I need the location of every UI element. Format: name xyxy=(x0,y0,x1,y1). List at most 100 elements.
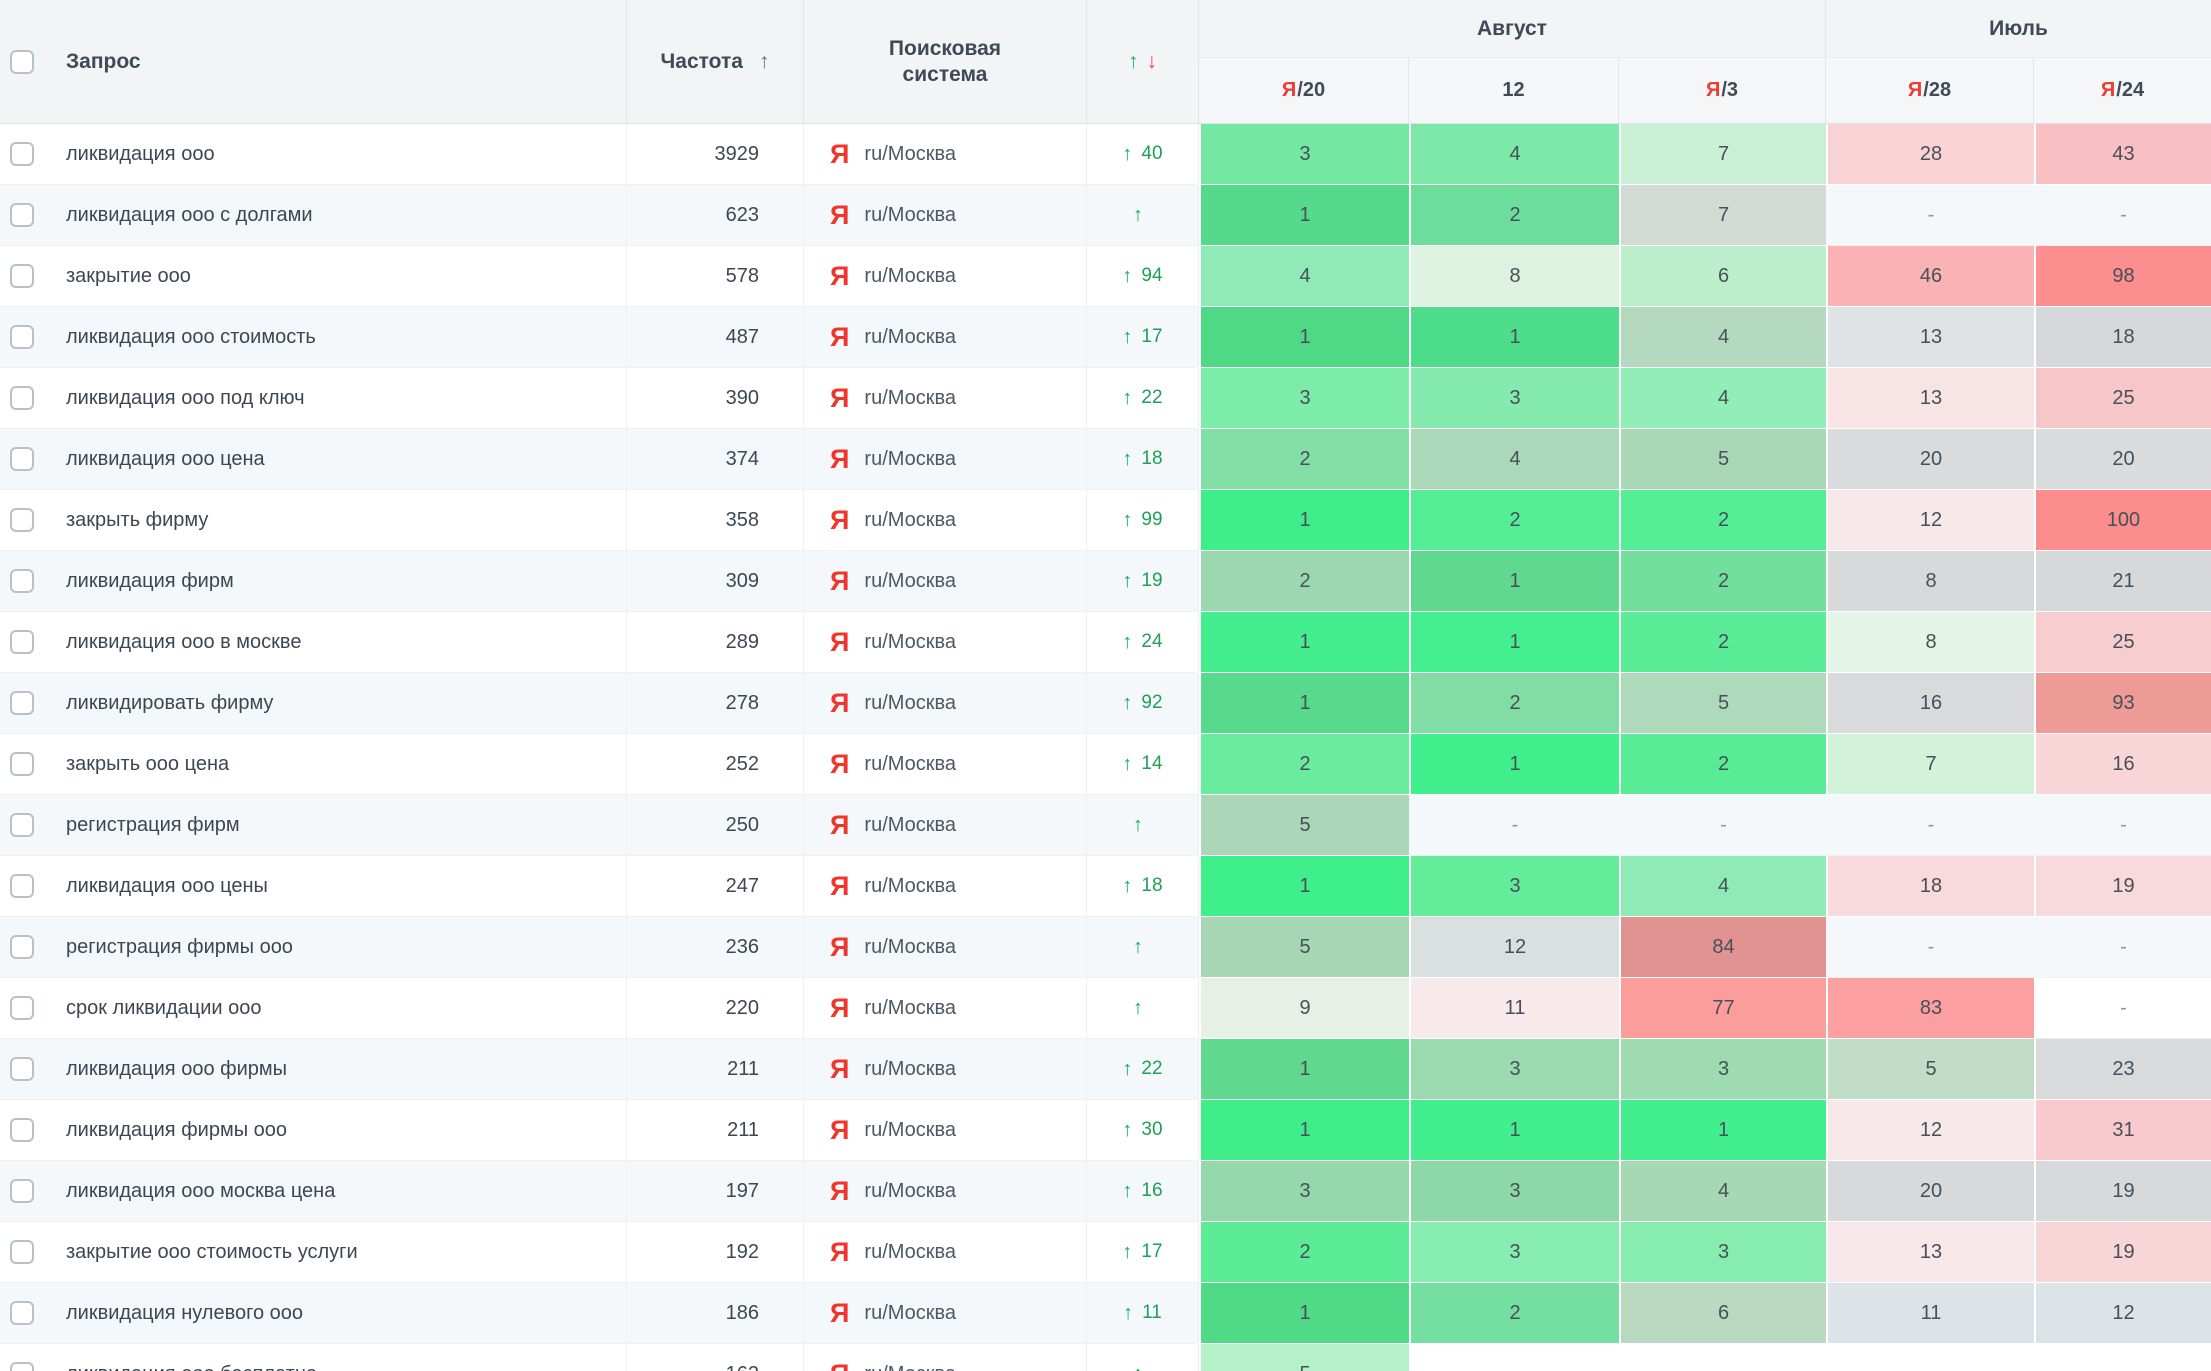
query-text: регистрация фирмы ооо xyxy=(66,936,293,959)
query-cell[interactable]: ликвидация ооо фирмы xyxy=(47,1039,627,1100)
row-checkbox[interactable] xyxy=(10,569,34,593)
row-checkbox[interactable] xyxy=(10,325,34,349)
frequency-cell: 3929 xyxy=(627,124,804,185)
date-column-header[interactable]: 12 xyxy=(1409,58,1619,124)
query-cell[interactable]: закрытие ооо xyxy=(47,246,627,307)
select-all-checkbox[interactable] xyxy=(10,50,34,74)
column-header-search-engine[interactable]: Поисковая система xyxy=(804,0,1087,124)
frequency-value: 211 xyxy=(727,1119,759,1142)
query-text: ликвидация ооо цена xyxy=(66,448,265,471)
search-engine-cell: Я ru/Москва xyxy=(804,429,1087,490)
row-checkbox[interactable] xyxy=(10,203,34,227)
date-column-header[interactable]: Я/24 xyxy=(2034,58,2211,124)
query-cell[interactable]: ликвидировать фирму xyxy=(47,673,627,734)
query-cell[interactable]: ликвидация ооо под ключ xyxy=(47,368,627,429)
change-up-arrow-icon: ↑ xyxy=(1122,387,1132,410)
query-cell[interactable]: ликвидация ооо цены xyxy=(47,856,627,917)
change-up-arrow-icon: ↑ xyxy=(1133,936,1143,959)
query-cell[interactable]: регистрация фирм xyxy=(47,795,627,856)
query-cell[interactable]: ликвидация ооо в москве xyxy=(47,612,627,673)
change-up-arrow-icon: ↑ xyxy=(1122,1241,1132,1264)
yandex-icon: Я xyxy=(830,446,849,473)
frequency-cell: 211 xyxy=(627,1100,804,1161)
frequency-cell: 250 xyxy=(627,795,804,856)
position-cell: 4 xyxy=(1619,1161,1826,1222)
search-engine-cell: Я ru/Москва xyxy=(804,1283,1087,1344)
position-cell: 5 xyxy=(1199,795,1409,856)
query-cell[interactable]: ликвидация фирм xyxy=(47,551,627,612)
query-cell[interactable]: ликвидация ооо бесплатно xyxy=(47,1344,627,1371)
query-cell[interactable]: ликвидация ооо стоимость xyxy=(47,307,627,368)
row-checkbox[interactable] xyxy=(10,874,34,898)
row-checkbox[interactable] xyxy=(10,996,34,1020)
yandex-icon: Я xyxy=(830,385,849,412)
row-checkbox[interactable] xyxy=(10,1362,34,1371)
query-cell[interactable]: ликвидация ооо xyxy=(47,124,627,185)
row-checkbox[interactable] xyxy=(10,508,34,532)
frequency-cell: 390 xyxy=(627,368,804,429)
position-cell xyxy=(1409,1344,1619,1371)
rank-tracking-table: Запрос Частота ↑ Поисковая система ↑ ↓ А… xyxy=(0,0,2211,1371)
frequency-value: 390 xyxy=(726,387,759,410)
query-cell[interactable]: регистрация фирмы ооо xyxy=(47,917,627,978)
row-checkbox[interactable] xyxy=(10,447,34,471)
position-cell: 13 xyxy=(1826,307,2034,368)
position-cell: 4 xyxy=(1409,429,1619,490)
checkbox-cell xyxy=(0,551,47,612)
query-cell[interactable]: ликвидация ооо москва цена xyxy=(47,1161,627,1222)
engine-region-label: ru/Москва xyxy=(864,692,956,715)
query-text: срок ликвидации ооо xyxy=(66,997,261,1020)
up-arrow-icon[interactable]: ↑ xyxy=(1128,50,1139,74)
yandex-icon: Я xyxy=(830,690,849,717)
down-arrow-icon[interactable]: ↓ xyxy=(1147,50,1158,74)
row-checkbox[interactable] xyxy=(10,264,34,288)
position-cell: 5 xyxy=(1199,917,1409,978)
change-cell: ↑ 17 xyxy=(1087,307,1199,368)
column-header-change[interactable]: ↑ ↓ xyxy=(1087,0,1199,124)
query-cell[interactable]: ликвидация нулевого ооо xyxy=(47,1283,627,1344)
engine-region-label: ru/Москва xyxy=(864,814,956,837)
query-cell[interactable]: ликвидация ооо цена xyxy=(47,429,627,490)
row-checkbox[interactable] xyxy=(10,1301,34,1325)
row-checkbox[interactable] xyxy=(10,813,34,837)
position-cell: 3 xyxy=(1409,368,1619,429)
query-cell[interactable]: срок ликвидации ооо xyxy=(47,978,627,1039)
date-column-header[interactable]: Я/3 xyxy=(1619,58,1826,124)
row-checkbox[interactable] xyxy=(10,1179,34,1203)
row-checkbox[interactable] xyxy=(10,142,34,166)
query-cell[interactable]: закрытие ооо стоимость услуги xyxy=(47,1222,627,1283)
month-header-row: Август Июль xyxy=(1199,0,2211,58)
row-checkbox[interactable] xyxy=(10,935,34,959)
table-row: закрыть ооо цена 252 Я ru/Москва ↑ 14 21… xyxy=(0,734,2211,795)
row-checkbox[interactable] xyxy=(10,1057,34,1081)
position-cell: - xyxy=(1619,795,1826,856)
change-cell: ↑ 11 xyxy=(1087,1283,1199,1344)
query-cell[interactable]: закрыть ооо цена xyxy=(47,734,627,795)
date-column-header[interactable]: Я/20 xyxy=(1199,58,1409,124)
sort-ascending-icon[interactable]: ↑ xyxy=(759,50,770,74)
frequency-cell: 623 xyxy=(627,185,804,246)
column-header-query[interactable]: Запрос xyxy=(47,0,627,124)
row-checkbox[interactable] xyxy=(10,691,34,715)
change-up-arrow-icon: ↑ xyxy=(1122,509,1132,532)
engine-region-label: ru/Москва xyxy=(864,509,956,532)
engine-region-label: ru/Москва xyxy=(864,753,956,776)
column-header-frequency[interactable]: Частота ↑ xyxy=(627,0,804,124)
frequency-cell: 247 xyxy=(627,856,804,917)
query-text: закрытие ооо стоимость услуги xyxy=(66,1241,358,1264)
query-cell[interactable]: закрыть фирму xyxy=(47,490,627,551)
query-cell[interactable]: ликвидация ооо с долгами xyxy=(47,185,627,246)
row-checkbox[interactable] xyxy=(10,1118,34,1142)
row-checkbox[interactable] xyxy=(10,752,34,776)
yandex-icon: Я xyxy=(830,1361,849,1371)
position-cell: 25 xyxy=(2034,612,2211,673)
position-cell: 13 xyxy=(1826,368,2034,429)
row-checkbox[interactable] xyxy=(10,1240,34,1264)
row-checkbox[interactable] xyxy=(10,630,34,654)
row-checkbox[interactable] xyxy=(10,386,34,410)
change-cell: ↑ 18 xyxy=(1087,429,1199,490)
date-column-header[interactable]: Я/28 xyxy=(1826,58,2034,124)
query-cell[interactable]: ликвидация фирмы ооо xyxy=(47,1100,627,1161)
change-up-arrow-icon: ↑ xyxy=(1122,570,1132,593)
position-cell: 1 xyxy=(1409,551,1619,612)
